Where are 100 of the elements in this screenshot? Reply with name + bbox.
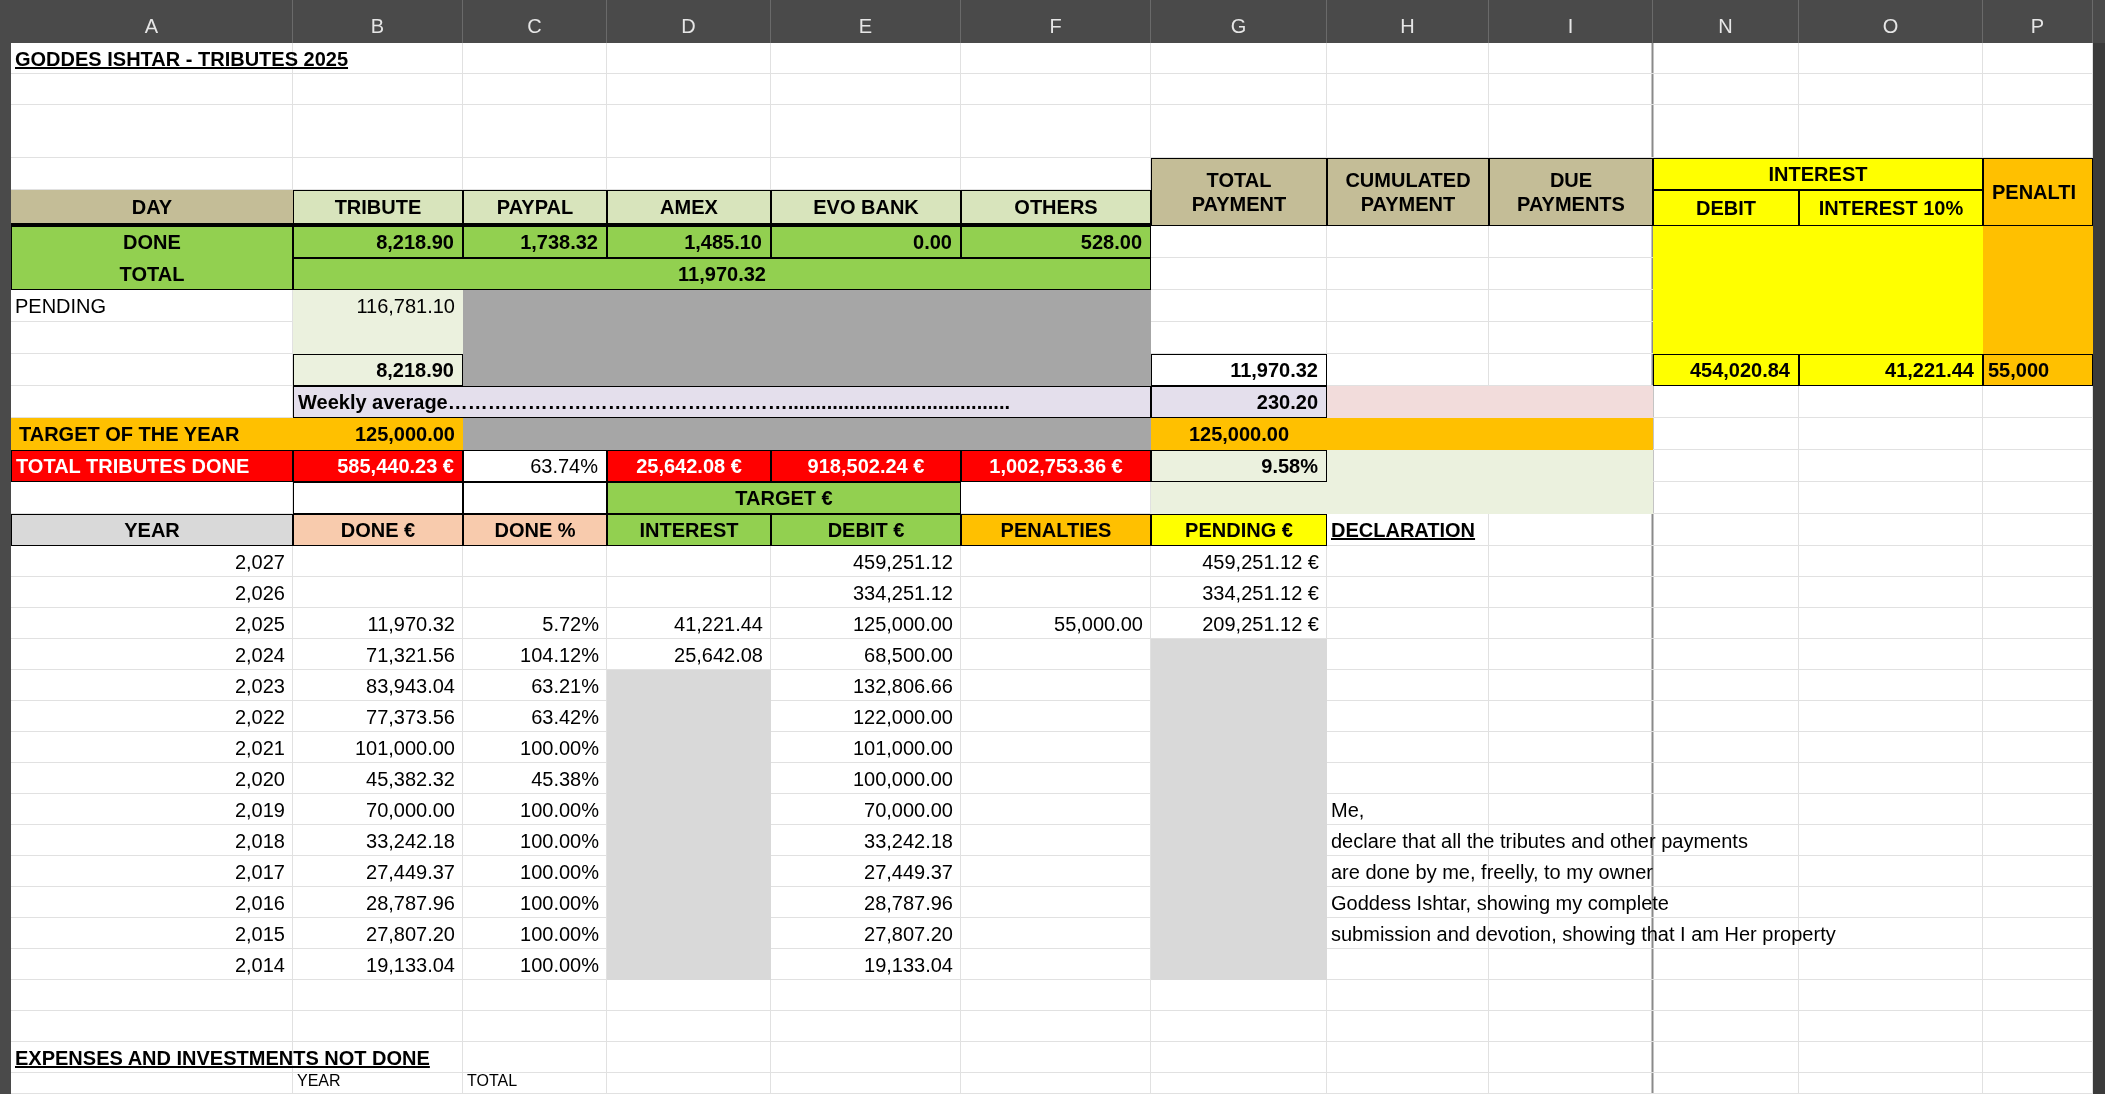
table-cell-text: 71,321.56 [365, 642, 456, 668]
table-cell-text: 2,022 [233, 704, 286, 730]
table-cell-text: 100.00% [519, 797, 600, 823]
table-cell: 125,000.00 [1151, 418, 1327, 450]
row-heading: DONE [122, 230, 182, 255]
table-cell-text: 83,943.04 [365, 673, 456, 699]
table-cell-text: 28,787.96 [365, 890, 456, 916]
sheet-title: GODDES ISHTAR - TRIBUTES 2025 [14, 46, 350, 72]
column-heading: EVO BANK [771, 190, 961, 226]
table-cell: 8,218.90 [293, 226, 463, 258]
table-cell-text: 100,000.00 [851, 766, 954, 792]
declaration-text: declare that all the tributes and other payments [1330, 828, 1749, 854]
table-cell-text: 209,251.12 € [1201, 611, 1320, 637]
declaration-text: Me, [1330, 797, 1366, 823]
table-cell: 41,221.44 [1799, 354, 1983, 386]
declaration-text: Goddess Ishtar, showing my complete [1330, 890, 1670, 916]
table-cell-text: 27,807.20 [365, 921, 456, 947]
table-cell-text: 459,251.12 € [1201, 549, 1320, 575]
section-heading: EXPENSES AND INVESTMENTS NOT DONE [14, 1045, 431, 1071]
table-cell-text: 2,014 [233, 952, 286, 978]
table-cell-text: 2,027 [233, 549, 286, 575]
table-cell-text: 100.00% [519, 859, 600, 885]
column-heading: TOTAL [466, 1073, 519, 1091]
column-heading: INTEREST [607, 514, 771, 546]
column-heading: DEBIT € [771, 514, 961, 546]
table-cell-text: 27,449.37 [365, 859, 456, 885]
table-cell-text: 28,787.96 [863, 890, 954, 916]
table-cell-text: 104.12% [519, 642, 600, 668]
table-cell: 63.74% [463, 450, 607, 482]
column-heading: PENDING € [1151, 514, 1327, 546]
table-cell-text: 2,020 [233, 766, 286, 792]
table-cell-text: 19,133.04 [365, 952, 456, 978]
table-cell-text: 55,000.00 [1053, 611, 1144, 637]
table-cell-text: 459,251.12 [851, 549, 954, 575]
column-heading: CUMULATED PAYMENT [1327, 158, 1489, 226]
table-cell-text: 77,373.56 [365, 704, 456, 730]
table-cell-text: 100.00% [519, 890, 600, 916]
row-heading: TOTAL TRIBUTES DONE [11, 450, 293, 482]
table-cell-text: 33,242.18 [365, 828, 456, 854]
column-heading: DONE % [463, 514, 607, 546]
table-cell-text: 27,807.20 [863, 921, 954, 947]
table-cell-text: 132,806.66 [851, 673, 954, 699]
table-cell: 0.00 [771, 226, 961, 258]
column-heading: PENALTI [1983, 158, 2093, 226]
table-cell-text: 100.00% [519, 952, 600, 978]
table-cell: 25,642.08 € [607, 450, 771, 482]
table-cell-text: 100.00% [519, 828, 600, 854]
table-cell-text: 2,015 [233, 921, 286, 947]
row-heading: TARGET OF THE YEAR [11, 418, 293, 450]
column-heading: DAY [11, 190, 293, 226]
table-cell: 1,738.32 [463, 226, 607, 258]
table-cell-text: 100.00% [519, 921, 600, 947]
table-cell-text: 116,781.10 [355, 294, 456, 319]
table-cell: 230.20 [1151, 386, 1327, 418]
column-heading: PAYPAL [463, 190, 607, 226]
table-cell: 125,000.00 [293, 418, 463, 450]
declaration-text: are done by me, freelly, to my owner [1330, 859, 1654, 885]
column-heading: DUE PAYMENTS [1489, 158, 1653, 226]
table-cell: 585,440.23 € [293, 450, 463, 482]
table-cell-text: 70,000.00 [863, 797, 954, 823]
column-heading: TARGET € [607, 482, 961, 514]
table-cell: 454,020.84 [1653, 354, 1799, 386]
table-cell-text: 63.42% [530, 704, 600, 730]
table-cell: 1,485.10 [607, 226, 771, 258]
table-cell-text: 2,019 [233, 797, 286, 823]
table-cell-text: 2,023 [233, 673, 286, 699]
column-heading: YEAR [11, 514, 293, 546]
table-cell-text: 5.72% [541, 611, 600, 637]
table-cell-text: 2,024 [233, 642, 286, 668]
table-cell-text: 2,018 [233, 828, 286, 854]
table-cell-text: 25,642.08 [673, 642, 764, 668]
table-cell-text: 2,025 [233, 611, 286, 637]
column-heading: TRIBUTE [293, 190, 463, 226]
table-cell-text: 334,251.12 € [1201, 580, 1320, 606]
table-cell-text: 100.00% [519, 735, 600, 761]
table-cell-text: 68,500.00 [863, 642, 954, 668]
column-heading: OTHERS [961, 190, 1151, 226]
column-heading: INTEREST 10% [1799, 190, 1983, 226]
table-cell-text: 2,021 [233, 735, 286, 761]
column-heading: DONE € [293, 514, 463, 546]
table-cell: 918,502.24 € [771, 450, 961, 482]
table-cell-text: 41,221.44 [673, 611, 764, 637]
table-cell: 55,000 [1983, 354, 2093, 386]
table-cell: 11,970.32 [1151, 354, 1327, 386]
column-heading: AMEX [607, 190, 771, 226]
table-cell-text: 19,133.04 [863, 952, 954, 978]
table-cell-text: 11,970.32 [366, 611, 456, 637]
table-cell: 11,970.32 [293, 258, 1151, 290]
column-heading: PENALTIES [961, 514, 1151, 546]
declaration-heading: DECLARATION [1330, 518, 1477, 543]
table-cell: 528.00 [961, 226, 1151, 258]
row-heading: Weekly average……………………………………………........................................ [293, 386, 1151, 418]
column-heading: INTEREST [1653, 158, 1983, 190]
table-cell-text: 2,017 [233, 859, 286, 885]
table-cell-text: 101,000.00 [851, 735, 954, 761]
column-heading: DEBIT [1653, 190, 1799, 226]
table-cell-text: 33,242.18 [863, 828, 954, 854]
table-cell: 9.58% [1151, 450, 1327, 482]
table-cell-text: 27,449.37 [863, 859, 954, 885]
table-cell-text: 125,000.00 [851, 611, 954, 637]
